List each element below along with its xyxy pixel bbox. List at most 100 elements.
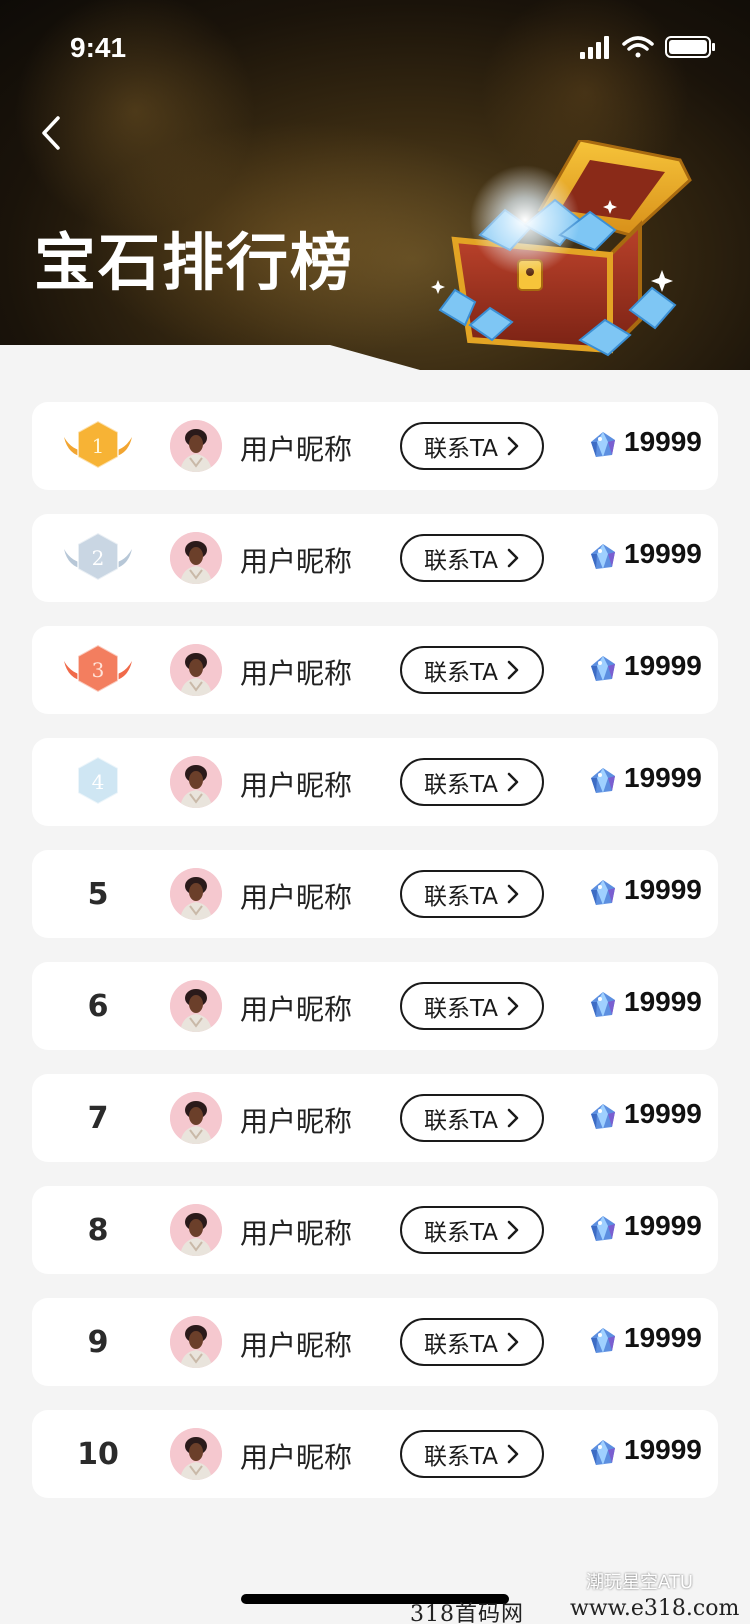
chevron-right-icon — [507, 548, 519, 568]
chevron-right-icon — [507, 772, 519, 792]
user-nickname: 用户昵称 — [240, 1441, 353, 1474]
leaderboard-row: 3 用户昵称 联系TA 19999 — [32, 626, 718, 714]
contact-button[interactable]: 联系TA — [400, 982, 544, 1030]
user-nickname: 用户昵称 — [240, 1105, 353, 1138]
avatar[interactable] — [170, 1204, 222, 1256]
watermark-account: 潮玩星空ATU — [586, 1572, 694, 1593]
leaderboard-row: 8 用户昵称 联系TA 19999 — [32, 1186, 718, 1274]
gem-icon — [591, 768, 615, 793]
gem-score: 19999 — [624, 1434, 702, 1465]
contact-button-label: 联系TA — [424, 660, 498, 686]
leaderboard-row: 6 用户昵称 联系TA 19999 — [32, 962, 718, 1050]
contact-button-label: 联系TA — [424, 1332, 498, 1358]
rank-cell: 9 — [56, 1310, 140, 1374]
gem-icon — [591, 432, 615, 457]
contact-button[interactable]: 联系TA — [400, 758, 544, 806]
rank-number: 2 — [92, 546, 105, 570]
watermark-site-url: www.e318.com — [570, 1596, 740, 1621]
gem-icon — [591, 1328, 615, 1353]
rank-number: 1 — [92, 434, 105, 458]
gem-score: 19999 — [624, 1322, 702, 1353]
gem-score: 19999 — [624, 874, 702, 905]
rank-cell: 6 — [56, 974, 140, 1038]
leaderboard-row: 7 用户昵称 联系TA 19999 — [32, 1074, 718, 1162]
gem-icon — [591, 992, 615, 1017]
rank-cell: 1 — [56, 414, 140, 478]
contact-button-label: 联系TA — [424, 996, 498, 1022]
rank-number: 10 — [77, 1436, 119, 1472]
rank-cell: 4 — [56, 750, 140, 814]
leaderboard-row: 5 用户昵称 联系TA 19999 — [32, 850, 718, 938]
gem-icon — [591, 1440, 615, 1465]
user-nickname: 用户昵称 — [240, 1329, 353, 1362]
rank-cell: 8 — [56, 1198, 140, 1262]
avatar[interactable] — [170, 1316, 222, 1368]
avatar[interactable] — [170, 644, 222, 696]
contact-button-label: 联系TA — [424, 1108, 498, 1134]
contact-button[interactable]: 联系TA — [400, 534, 544, 582]
contact-button-label: 联系TA — [424, 548, 498, 574]
gem-icon — [591, 1104, 615, 1129]
status-bar: 9:41 — [0, 0, 750, 88]
contact-button-label: 联系TA — [424, 1444, 498, 1470]
chevron-left-icon — [42, 116, 60, 150]
chevron-right-icon — [507, 996, 519, 1016]
contact-button[interactable]: 联系TA — [400, 1318, 544, 1366]
bronze-badge-icon: 3 — [64, 643, 132, 694]
gem-score: 19999 — [624, 1210, 702, 1241]
chevron-right-icon — [507, 436, 519, 456]
page-title: 宝石排行榜 — [34, 226, 355, 299]
avatar[interactable] — [170, 756, 222, 808]
chevron-right-icon — [507, 660, 519, 680]
treasure-chest-icon — [431, 140, 692, 357]
contact-button[interactable]: 联系TA — [400, 870, 544, 918]
header-banner: 9:41 宝石排行榜 — [0, 0, 750, 370]
avatar[interactable] — [170, 420, 222, 472]
gem-score: 19999 — [624, 1098, 702, 1129]
gem-icon — [591, 880, 615, 905]
contact-button[interactable]: 联系TA — [400, 1206, 544, 1254]
avatar[interactable] — [170, 1092, 222, 1144]
chevron-right-icon — [507, 1220, 519, 1240]
signal-icon — [580, 36, 609, 59]
back-button[interactable] — [32, 108, 72, 158]
avatar[interactable] — [170, 532, 222, 584]
chevron-right-icon — [507, 1108, 519, 1128]
leaderboard-row: 1 用户昵称 联系TA 19999 — [32, 402, 718, 490]
rank-cell: 2 — [56, 526, 140, 590]
rank-number: 3 — [92, 658, 105, 682]
rank-cell: 10 — [56, 1422, 140, 1486]
chevron-right-icon — [507, 1444, 519, 1464]
chevron-right-icon — [507, 884, 519, 904]
contact-button[interactable]: 联系TA — [400, 1430, 544, 1478]
avatar[interactable] — [170, 980, 222, 1032]
rank-cell: 3 — [56, 638, 140, 702]
wifi-icon — [622, 36, 654, 58]
chevron-right-icon — [507, 1332, 519, 1352]
rank-number: 6 — [87, 988, 109, 1024]
gem-icon — [591, 1216, 615, 1241]
contact-button-label: 联系TA — [424, 884, 498, 910]
contact-button[interactable]: 联系TA — [400, 1094, 544, 1142]
gem-score: 19999 — [624, 762, 702, 793]
leaderboard-row: 10 用户昵称 联系TA 19999 — [32, 1410, 718, 1498]
leaderboard-row: 9 用户昵称 联系TA 19999 — [32, 1298, 718, 1386]
user-nickname: 用户昵称 — [240, 993, 353, 1026]
rank-number: 7 — [87, 1100, 109, 1136]
leaderboard-row: 2 用户昵称 联系TA 19999 — [32, 514, 718, 602]
leaderboard-list: 1 用户昵称 联系TA 19999 2 用户昵称 联系TA 19999 3 用户昵称 联系TA 199… — [32, 402, 718, 1522]
watermark-site-name: 318首码网 — [410, 1602, 524, 1624]
rank-cell: 5 — [56, 862, 140, 926]
avatar[interactable] — [170, 868, 222, 920]
avatar[interactable] — [170, 1428, 222, 1480]
gem-score: 19999 — [624, 538, 702, 569]
gold-badge-icon: 1 — [64, 419, 132, 470]
silver-badge-icon: 2 — [64, 531, 132, 582]
contact-button[interactable]: 联系TA — [400, 422, 544, 470]
user-nickname: 用户昵称 — [240, 1217, 353, 1250]
rank-number: 9 — [87, 1324, 109, 1360]
gem-icon — [591, 544, 615, 569]
leaderboard-row: 4 用户昵称 联系TA 19999 — [32, 738, 718, 826]
status-time: 9:41 — [70, 32, 127, 63]
contact-button[interactable]: 联系TA — [400, 646, 544, 694]
